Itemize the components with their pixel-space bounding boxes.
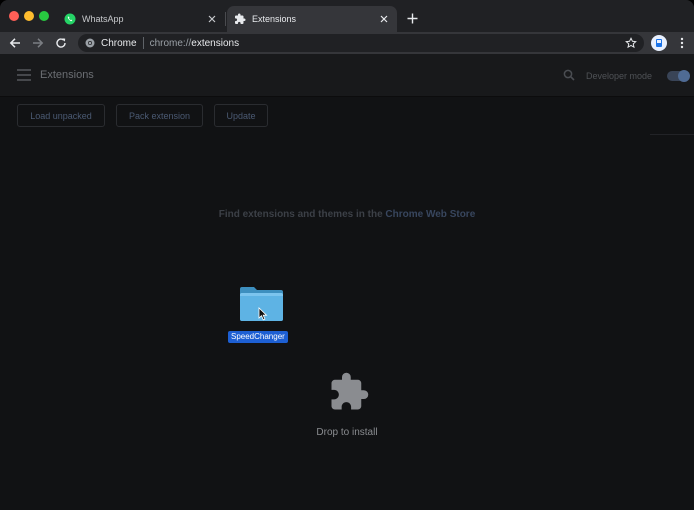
load-unpacked-button[interactable]: Load unpacked [17, 104, 105, 127]
developer-mode-label: Developer mode [586, 71, 653, 81]
forward-button[interactable] [30, 35, 46, 51]
store-prompt: Find extensions and themes in the Chrome… [0, 209, 694, 220]
more-menu-icon[interactable] [675, 35, 689, 51]
tab-divider [225, 12, 226, 26]
page-title: Extensions [40, 69, 94, 81]
new-tab-button[interactable] [404, 10, 420, 26]
maximize-window-button[interactable] [39, 11, 49, 21]
close-window-button[interactable] [9, 11, 19, 21]
url-scheme: chrome:// [149, 37, 192, 49]
minimize-window-button[interactable] [24, 11, 34, 21]
chrome-web-store-link[interactable]: Chrome Web Store [385, 209, 475, 220]
reload-button[interactable] [53, 35, 69, 51]
back-button[interactable] [7, 35, 23, 51]
puzzle-icon [234, 13, 246, 25]
hamburger-menu-icon[interactable] [17, 69, 31, 81]
extensions-header: Extensions Developer mode [0, 54, 694, 97]
drop-to-install-text: Drop to install [316, 427, 378, 438]
update-button[interactable]: Update [214, 104, 268, 127]
divider [650, 134, 694, 135]
close-tab-icon[interactable] [377, 12, 391, 26]
toggle-knob [678, 70, 690, 82]
address-divider [142, 37, 144, 49]
browser-window: WhatsApp Extensions Chrome chrome:// ext… [0, 0, 694, 510]
site-chip: Chrome [101, 37, 137, 49]
extensions-page: Extensions Developer mode Load unpacked … [0, 54, 694, 510]
developer-action-bar: Load unpacked Pack extension Update [0, 97, 694, 135]
chrome-icon [85, 38, 95, 48]
tab-extensions[interactable]: Extensions [227, 6, 397, 32]
tab-whatsapp[interactable]: WhatsApp [57, 6, 225, 32]
url-path: extensions [191, 37, 240, 49]
profile-avatar[interactable] [651, 35, 667, 51]
tab-strip: WhatsApp Extensions [0, 0, 694, 32]
tab-title: WhatsApp [82, 14, 124, 24]
puzzle-piece-icon [331, 372, 369, 410]
bookmark-star-icon[interactable] [624, 36, 638, 50]
dragged-folder-label: SpeedChanger [228, 331, 288, 343]
search-icon[interactable] [563, 69, 575, 81]
store-prompt-text: Find extensions and themes in the [218, 209, 383, 220]
tab-title: Extensions [252, 14, 297, 24]
developer-mode-toggle[interactable] [667, 70, 690, 82]
pack-extension-button[interactable]: Pack extension [116, 104, 203, 127]
close-tab-icon[interactable] [205, 12, 219, 26]
browser-toolbar: Chrome chrome:// extensions [0, 32, 694, 54]
whatsapp-icon [64, 13, 76, 25]
address-bar[interactable]: Chrome chrome:// extensions [78, 34, 644, 52]
mouse-cursor-icon [258, 307, 268, 321]
